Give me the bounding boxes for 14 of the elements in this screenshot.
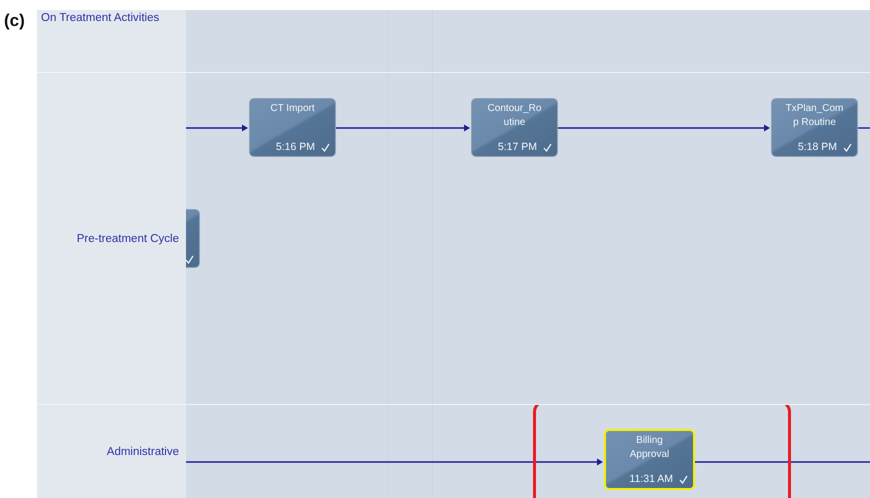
check-icon <box>843 142 852 152</box>
check-icon <box>321 142 330 152</box>
connector-line <box>858 127 870 129</box>
figure-label: (c) <box>4 11 25 30</box>
check-icon <box>679 474 688 484</box>
task-node[interactable]: CT Import 5:16 PM <box>249 98 336 157</box>
check-icon <box>543 142 552 152</box>
section-title: On Treatment Activities <box>41 12 160 24</box>
connector-arrow <box>186 124 248 132</box>
task-node[interactable]: Billing Approval 11:31 AM <box>604 429 695 490</box>
lane-label: Administrative <box>106 446 179 458</box>
task-node[interactable]: Contour_Ro utine 5:17 PM <box>471 98 558 157</box>
task-node[interactable]: TxPlan_Com p Routine 5:18 PM <box>771 98 858 157</box>
lane-label: Pre-treatment Cycle <box>76 232 179 244</box>
